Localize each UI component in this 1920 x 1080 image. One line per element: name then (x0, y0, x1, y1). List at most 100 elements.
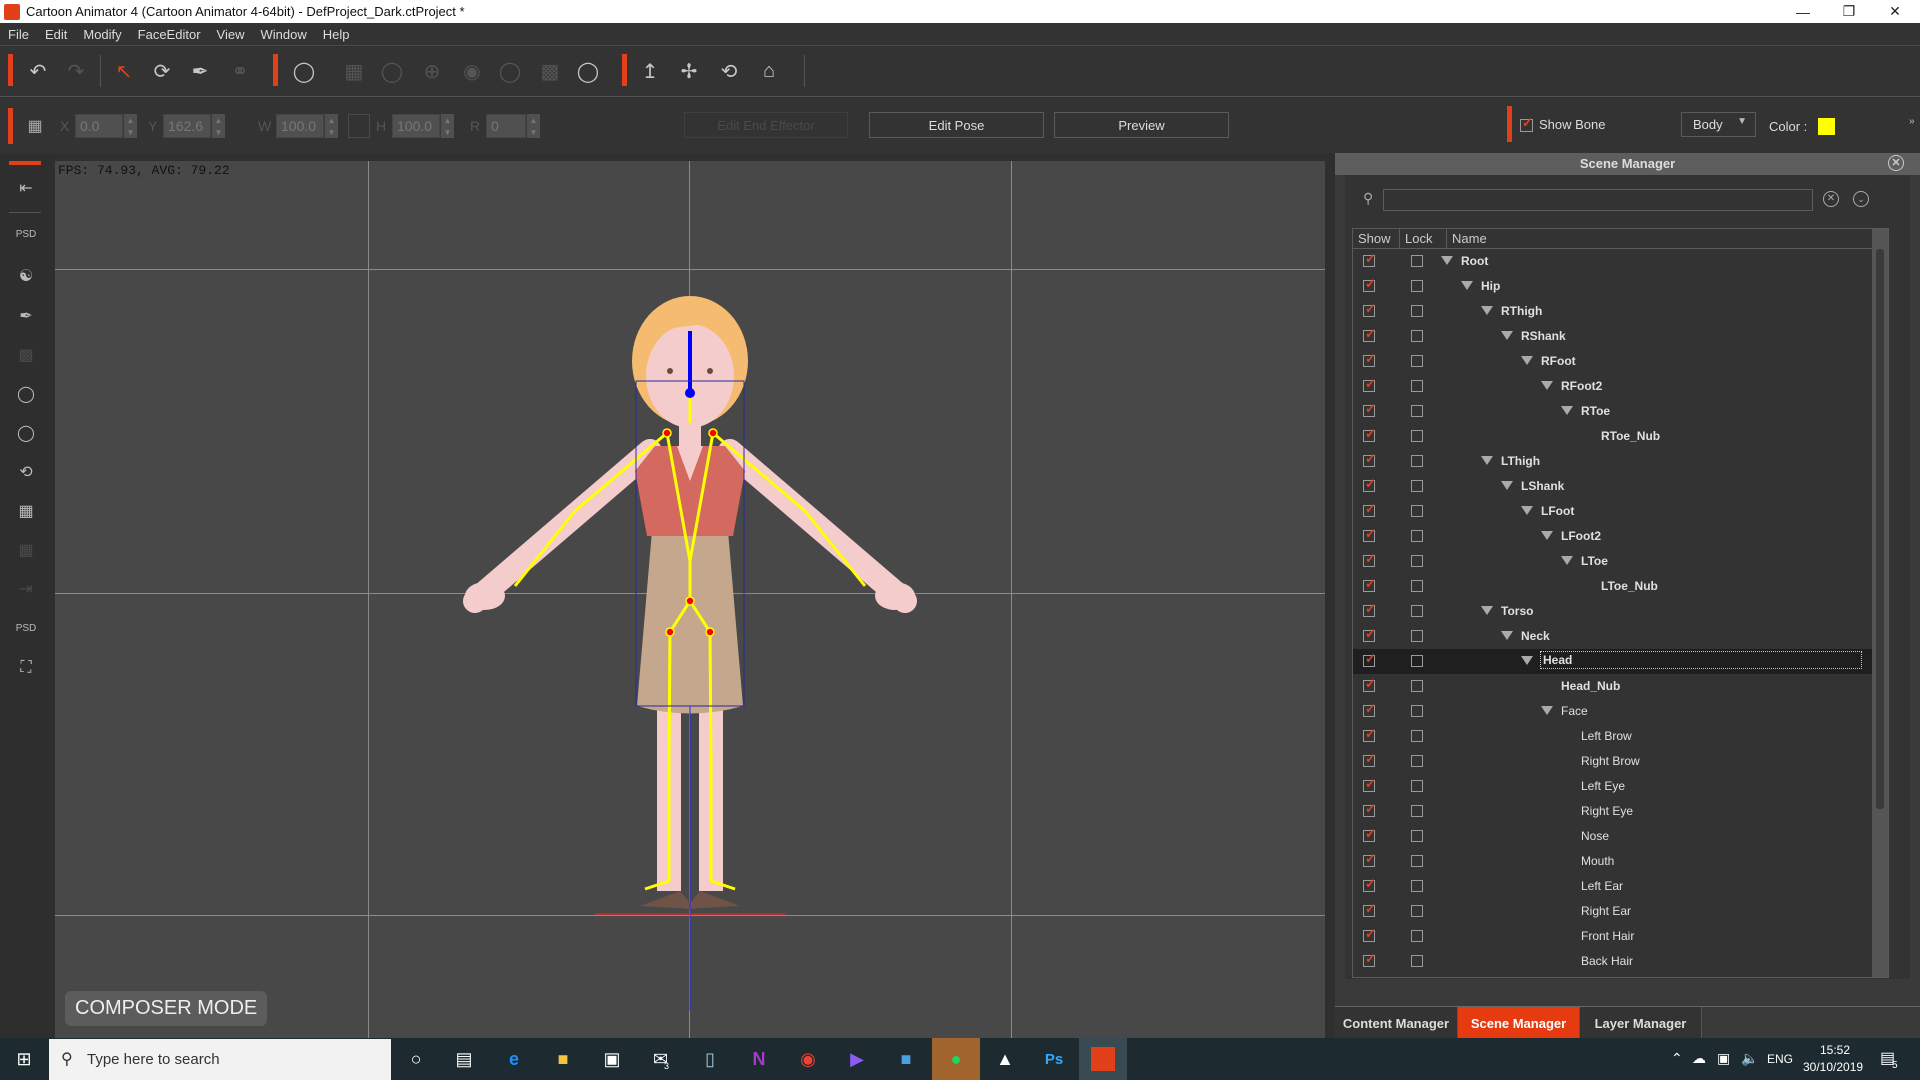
show-checkbox[interactable]: ✓ (1363, 501, 1376, 517)
network-icon[interactable]: ▣ (1717, 1050, 1730, 1067)
tree-row[interactable]: ✓ Head_Nub (1353, 674, 1888, 699)
notepad-icon[interactable]: ▯ (686, 1038, 734, 1080)
show-checkbox[interactable]: ✓ (1363, 426, 1376, 442)
show-checkbox[interactable]: ✓ (1363, 726, 1376, 742)
show-checkbox[interactable]: ✓ (1363, 826, 1376, 842)
home-icon[interactable]: ⌂ (755, 57, 783, 85)
face-grid-icon[interactable]: ◯ (13, 381, 39, 407)
cortana-icon[interactable]: ○ (392, 1038, 440, 1080)
clock-date[interactable]: 30/10/2019 (1803, 1060, 1863, 1074)
column-lock[interactable]: Lock (1400, 229, 1447, 248)
move-icon[interactable]: ✢ (675, 57, 703, 85)
edit-end-effector-button[interactable]: Edit End Effector (684, 112, 848, 138)
lock-checkbox[interactable] (1411, 680, 1423, 692)
tree-row[interactable]: ✓ LFoot2 (1353, 524, 1888, 549)
expand-triangle-icon[interactable] (1461, 281, 1473, 290)
expand-triangle-icon[interactable] (1541, 531, 1553, 540)
tree-row[interactable]: ✓ Left Eye (1353, 774, 1888, 799)
lock-checkbox[interactable] (1411, 855, 1423, 867)
joint-lshoulder[interactable] (708, 428, 718, 438)
lock-checkbox[interactable] (1411, 705, 1423, 717)
back-to-stage-icon[interactable]: ⇤ (13, 175, 39, 201)
redo-icon[interactable]: ↷ (62, 57, 90, 85)
show-checkbox[interactable]: ✓ (1363, 526, 1376, 542)
tree-row[interactable]: ✓ Left Ear (1353, 874, 1888, 899)
head-turn-icon[interactable]: ◯ (378, 57, 406, 85)
tree-row[interactable]: ✓ Nose (1353, 824, 1888, 849)
lock-checkbox[interactable] (1411, 805, 1423, 817)
sprite-grid-icon[interactable]: ▦ (13, 498, 39, 524)
tree-row[interactable]: ✓ Head (1353, 649, 1888, 674)
tree-row[interactable]: ✓ LShank (1353, 474, 1888, 499)
tree-row[interactable]: ✓ Left Brow (1353, 724, 1888, 749)
expand-triangle-icon[interactable] (1501, 631, 1513, 640)
show-checkbox[interactable]: ✓ (1363, 651, 1376, 667)
lock-checkbox[interactable] (1411, 655, 1423, 667)
lock-checkbox[interactable] (1411, 630, 1423, 642)
lock-ratio-button[interactable] (348, 114, 370, 138)
media-player-icon[interactable]: ▶ (833, 1038, 881, 1080)
stage-viewport[interactable]: FPS: 74.93, AVG: 79.22 COMPOSER MODE (55, 161, 1325, 1038)
show-checkbox[interactable]: ✓ (1363, 326, 1376, 342)
lock-checkbox[interactable] (1411, 430, 1423, 442)
r-spinner[interactable]: ▲ ▼ (526, 114, 540, 138)
character-frame-icon[interactable]: ⛶ (13, 655, 39, 681)
pin-bone-icon[interactable]: ✒ (13, 303, 39, 329)
show-checkbox[interactable]: ✓ (1363, 276, 1376, 292)
show-checkbox[interactable]: ✓ (1363, 926, 1376, 942)
bone-color-swatch[interactable] (1818, 118, 1835, 135)
language-indicator[interactable]: ENG (1767, 1052, 1793, 1066)
lock-checkbox[interactable] (1411, 580, 1423, 592)
show-checkbox[interactable]: ✓ (1363, 251, 1376, 267)
edit-pose-button[interactable]: Edit Pose (869, 112, 1044, 138)
search-input[interactable] (1383, 189, 1813, 211)
filter-dropdown-icon[interactable]: ⌄ (1853, 191, 1869, 207)
menu-edit[interactable]: Edit (37, 27, 75, 42)
lock-checkbox[interactable] (1411, 330, 1423, 342)
tree-row[interactable]: ✓ RToe (1353, 399, 1888, 424)
photoshop-icon[interactable]: Ps (1030, 1038, 1078, 1080)
lock-checkbox[interactable] (1411, 405, 1423, 417)
import-layer-icon[interactable]: ⇥ (13, 576, 39, 602)
expand-triangle-icon[interactable] (1541, 706, 1553, 715)
onenote-icon[interactable]: N (735, 1038, 783, 1080)
tree-row[interactable]: ✓ Right Ear (1353, 899, 1888, 924)
brain-app-icon[interactable]: ■ (882, 1038, 930, 1080)
show-bone-checkbox[interactable]: ✓ (1520, 115, 1533, 132)
character-canvas[interactable] (55, 161, 1325, 1038)
anchor-grid-icon[interactable]: ▦ (21, 112, 49, 140)
menu-help[interactable]: Help (315, 27, 358, 42)
show-checkbox[interactable]: ✓ (1363, 901, 1376, 917)
spotify-icon[interactable]: ● (932, 1038, 980, 1080)
joint-hip[interactable] (685, 596, 695, 606)
preview-button[interactable]: Preview (1054, 112, 1229, 138)
clock-time[interactable]: 15:52 (1820, 1043, 1850, 1057)
show-checkbox[interactable]: ✓ (1363, 551, 1376, 567)
expand-triangle-icon[interactable] (1521, 356, 1533, 365)
expand-triangle-icon[interactable] (1561, 406, 1573, 415)
minimize-icon[interactable]: — (1780, 0, 1826, 23)
bone-mirror-icon[interactable]: ☯ (13, 263, 39, 289)
lock-checkbox[interactable] (1411, 505, 1423, 517)
column-show[interactable]: Show (1353, 229, 1400, 248)
restore-icon[interactable]: ❐ (1826, 0, 1872, 23)
tree-row[interactable]: ✓ Front Hair (1353, 924, 1888, 949)
menu-window[interactable]: Window (252, 27, 314, 42)
face-key-icon[interactable]: ◯ (290, 57, 318, 85)
tree-row[interactable]: ✓ Neck (1353, 624, 1888, 649)
show-checkbox[interactable]: ✓ (1363, 301, 1376, 317)
expand-triangle-icon[interactable] (1501, 481, 1513, 490)
lock-checkbox[interactable] (1411, 930, 1423, 942)
lock-checkbox[interactable] (1411, 280, 1423, 292)
tray-overflow-icon[interactable]: ⌃ (1671, 1050, 1683, 1067)
lock-checkbox[interactable] (1411, 355, 1423, 367)
x-spinner[interactable]: ▲ ▼ (123, 114, 137, 138)
show-checkbox[interactable]: ✓ (1363, 476, 1376, 492)
link-icon[interactable]: ⚭ (226, 57, 254, 85)
sprite-settings-icon[interactable]: ▦ (13, 537, 39, 563)
lock-checkbox[interactable] (1411, 255, 1423, 267)
tree-row[interactable]: ✓ RToe_Nub (1353, 424, 1888, 449)
tree-row[interactable]: ✓ LToe_Nub (1353, 574, 1888, 599)
eye-icon[interactable]: ◉ (458, 57, 486, 85)
show-checkbox[interactable]: ✓ (1363, 876, 1376, 892)
